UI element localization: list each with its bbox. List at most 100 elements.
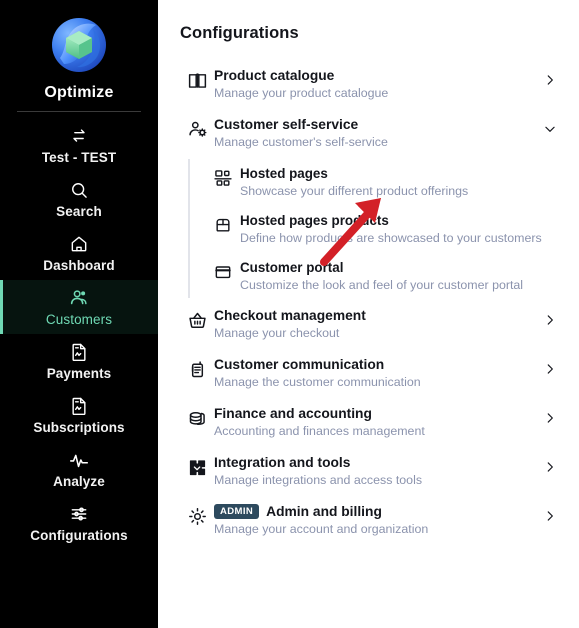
config-row-customer-self-service[interactable]: Customer self-service Manage customer's … <box>180 109 561 158</box>
row-title-label: Customer communication <box>214 357 385 372</box>
gear-icon <box>180 503 214 527</box>
config-row-checkout-management[interactable]: Checkout management Manage your checkout <box>180 300 561 349</box>
row-text: Customer portal Customize the look and f… <box>240 259 561 294</box>
page-title: Configurations <box>180 24 299 42</box>
sidebar-item-label: Payments <box>46 366 112 381</box>
row-text: Customer self-service Manage customer's … <box>214 116 539 151</box>
document-icon <box>69 395 89 417</box>
row-title: Product catalogue <box>214 67 531 84</box>
row-subtitle: Accounting and finances management <box>214 424 425 438</box>
row-title-label: Finance and accounting <box>214 406 372 421</box>
customer-self-service-subitems: Hosted pages Showcase your different pro… <box>180 159 561 300</box>
brand-name: Optimize <box>44 84 114 101</box>
sidebar-item-search[interactable]: Search <box>0 172 158 226</box>
row-subtitle: Manage integrations and access tools <box>214 473 423 487</box>
users-icon <box>68 287 90 309</box>
pulse-icon <box>68 449 90 471</box>
subitem-hosted-pages-products[interactable]: Hosted pages products Define how product… <box>206 206 561 253</box>
row-title: Customer portal <box>240 259 553 276</box>
window-icon <box>206 259 240 282</box>
sidebar-divider <box>17 111 141 112</box>
config-row-product-catalogue[interactable]: Product catalogue Manage your product ca… <box>180 60 561 109</box>
subitem-customer-portal[interactable]: Customer portal Customize the look and f… <box>206 253 561 300</box>
sidebar-item-dashboard[interactable]: Dashboard <box>0 226 158 280</box>
row-subtitle: Manage your checkout <box>214 326 340 340</box>
chevron-right-icon[interactable] <box>539 307 561 327</box>
user-gear-icon <box>180 116 214 140</box>
book-icon <box>180 67 214 91</box>
row-title: ADMIN Admin and billing <box>214 503 531 520</box>
brand[interactable]: Optimize <box>44 0 113 102</box>
sliders-icon <box>69 503 89 525</box>
sidebar-item-label: Customers <box>45 312 113 327</box>
sidebar-item-subscriptions[interactable]: Subscriptions <box>0 388 158 442</box>
row-title-label: Product catalogue <box>214 68 335 83</box>
row-title: Customer communication <box>214 356 531 373</box>
chevron-right-icon[interactable] <box>539 503 561 523</box>
row-subtitle: Manage the customer communication <box>214 375 421 389</box>
chevron-right-icon[interactable] <box>539 67 561 87</box>
optimize-sphere-cube-logo <box>46 12 112 78</box>
app-root: Optimize Test - TEST Search Dashboard Cu… <box>0 0 579 628</box>
row-title-label: Hosted pages <box>240 166 328 181</box>
row-title: Integration and tools <box>214 454 531 471</box>
puzzle-icon <box>180 454 214 478</box>
sidebar-item-label: Dashboard <box>43 258 115 273</box>
sidebar-item-analyze[interactable]: Analyze <box>0 442 158 496</box>
chevron-down-icon[interactable] <box>539 116 561 136</box>
sidebar-item-test[interactable]: Test - TEST <box>0 118 158 172</box>
row-title: Customer self-service <box>214 116 531 133</box>
subitem-hosted-pages[interactable]: Hosted pages Showcase your different pro… <box>206 159 561 206</box>
row-subtitle: Showcase your different product offering… <box>240 184 469 198</box>
row-subtitle: Manage customer's self-service <box>214 135 388 149</box>
row-title: Finance and accounting <box>214 405 531 422</box>
row-text: ADMIN Admin and billing Manage your acco… <box>214 503 539 538</box>
row-title: Hosted pages products <box>240 212 553 229</box>
basket-icon <box>180 307 214 331</box>
config-row-customer-communication[interactable]: Customer communication Manage the custom… <box>180 349 561 398</box>
row-text: Finance and accounting Accounting and fi… <box>214 405 539 440</box>
chevron-right-icon[interactable] <box>539 356 561 376</box>
sidebar-item-label: Test - TEST <box>41 150 117 165</box>
search-icon <box>69 179 89 201</box>
row-subtitle: Manage your product catalogue <box>214 86 389 100</box>
status-badge: ADMIN <box>214 504 260 519</box>
config-row-integration-tools[interactable]: Integration and tools Manage integration… <box>180 447 561 496</box>
chevron-right-icon[interactable] <box>539 454 561 474</box>
configurations-list: Product catalogue Manage your product ca… <box>180 60 561 545</box>
chevron-right-icon[interactable] <box>539 405 561 425</box>
document-icon <box>69 341 89 363</box>
row-subtitle: Manage your account and organization <box>214 522 429 536</box>
row-title-label: Admin and billing <box>266 504 382 519</box>
radio-icon <box>180 356 214 380</box>
row-subtitle: Customize the look and feel of your cust… <box>240 278 524 292</box>
row-title-label: Hosted pages products <box>240 213 389 228</box>
row-text: Hosted pages products Define how product… <box>240 212 561 247</box>
sidebar-item-label: Subscriptions <box>33 420 125 435</box>
sidebar-item-customers[interactable]: Customers <box>0 280 158 334</box>
row-subtitle: Define how products are showcased to you… <box>240 231 542 245</box>
sidebar-item-label: Search <box>56 204 102 219</box>
sidebar-item-label: Configurations <box>30 528 128 543</box>
row-title-label: Customer self-service <box>214 117 359 132</box>
sidebar-item-label: Analyze <box>53 474 105 489</box>
swap-arrows-icon <box>69 125 89 147</box>
row-text: Product catalogue Manage your product ca… <box>214 67 539 102</box>
row-title-label: Checkout management <box>214 308 366 323</box>
row-text: Hosted pages Showcase your different pro… <box>240 165 561 200</box>
row-title-label: Customer portal <box>240 260 344 275</box>
sidebar-nav: Test - TEST Search Dashboard Customers P… <box>0 118 158 550</box>
coins-icon <box>180 405 214 429</box>
row-title: Checkout management <box>214 307 531 324</box>
row-title-label: Integration and tools <box>214 455 351 470</box>
sidebar-item-configurations[interactable]: Configurations <box>0 496 158 550</box>
layout-blocks-icon <box>206 165 240 188</box>
config-row-finance-accounting[interactable]: Finance and accounting Accounting and fi… <box>180 398 561 447</box>
sidebar-item-payments[interactable]: Payments <box>0 334 158 388</box>
config-row-admin-billing[interactable]: ADMIN Admin and billing Manage your acco… <box>180 496 561 545</box>
row-text: Customer communication Manage the custom… <box>214 356 539 391</box>
row-title: Hosted pages <box>240 165 553 182</box>
row-text: Checkout management Manage your checkout <box>214 307 539 342</box>
home-icon <box>69 233 89 255</box>
sidebar: Optimize Test - TEST Search Dashboard Cu… <box>0 0 158 628</box>
